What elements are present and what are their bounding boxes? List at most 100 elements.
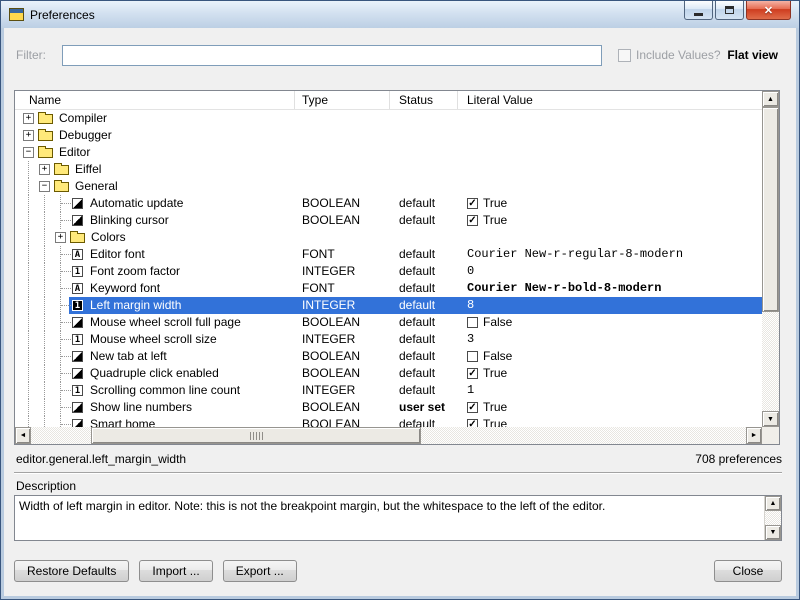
tree-row[interactable]: Blinking cursorBOOLEANdefault✓True [15, 212, 762, 229]
tree-expander[interactable]: + [39, 164, 50, 175]
up-arrow-icon: ▲ [770, 500, 777, 507]
scroll-left-button[interactable]: ◄ [15, 427, 31, 444]
column-header-status[interactable]: Status [390, 91, 458, 109]
restore-defaults-button[interactable]: Restore Defaults [14, 560, 129, 582]
horizontal-scrollbar[interactable]: ◄ ► [15, 427, 762, 444]
scroll-right-button[interactable]: ► [746, 427, 762, 444]
minimize-button[interactable] [684, 1, 713, 20]
window-controls: ✕ [684, 1, 791, 20]
value-checkbox[interactable]: ✓ [467, 419, 478, 427]
tree-row[interactable]: Show line numbersBOOLEANuser set✓True [15, 399, 762, 416]
tree-row[interactable]: New tab at leftBOOLEANdefaultFalse [15, 348, 762, 365]
tree-row[interactable]: 1Font zoom factorINTEGERdefault0 [15, 263, 762, 280]
close-button[interactable]: ✕ [746, 1, 791, 20]
value-label: Courier New-r-bold-8-modern [467, 280, 661, 297]
pref-value: ✓True [458, 195, 762, 212]
vertical-scrollbar[interactable]: ▲ ▼ [762, 91, 779, 427]
folder-icon [38, 148, 53, 158]
tree-row[interactable]: AEditor fontFONTdefaultCourier New-r-reg… [15, 246, 762, 263]
tree-row[interactable]: AKeyword fontFONTdefaultCourier New-r-bo… [15, 280, 762, 297]
value-label: True [483, 416, 507, 427]
pref-type: FONT [295, 246, 390, 263]
tree-row[interactable]: 1Mouse wheel scroll sizeINTEGERdefault3 [15, 331, 762, 348]
description-scrollbar[interactable]: ▲ ▼ [764, 496, 781, 540]
vertical-scroll-thumb[interactable] [762, 107, 779, 312]
window-title: Preferences [30, 8, 95, 22]
value-checkbox[interactable] [467, 317, 478, 328]
close-dialog-button[interactable]: Close [714, 560, 782, 582]
flat-view-button[interactable]: Flat view [727, 48, 784, 62]
folder-icon [54, 182, 69, 192]
tree-row[interactable]: +Compiler [15, 110, 762, 127]
column-header-literal-value[interactable]: Literal Value [458, 91, 762, 109]
tree-expander[interactable]: − [39, 181, 50, 192]
value-checkbox[interactable]: ✓ [467, 215, 478, 226]
font-pref-icon: A [72, 283, 83, 294]
value-checkbox[interactable] [467, 351, 478, 362]
pref-status: default [390, 382, 458, 399]
pref-value: Courier New-r-regular-8-modern [458, 246, 762, 263]
tree-row[interactable]: Mouse wheel scroll full pageBOOLEANdefau… [15, 314, 762, 331]
tree-name-cell: Automatic update [15, 195, 295, 212]
titlebar[interactable]: Preferences ✕ [1, 1, 799, 28]
value-checkbox[interactable]: ✓ [467, 368, 478, 379]
int-pref-icon: 1 [72, 300, 83, 311]
pref-type: BOOLEAN [295, 348, 390, 365]
preferences-window: Preferences ✕ Filter: Include Values? Fl… [0, 0, 800, 600]
tree-name-cell: Quadruple click enabled [15, 365, 295, 382]
include-values-checkbox[interactable] [618, 49, 631, 62]
font-pref-icon: A [72, 249, 83, 260]
scroll-down-button[interactable]: ▼ [762, 411, 779, 427]
bool-pref-icon [72, 317, 83, 328]
horizontal-scroll-thumb[interactable] [91, 427, 421, 444]
tree-row-label: Mouse wheel scroll size [90, 331, 217, 348]
filter-input[interactable] [62, 45, 602, 66]
value-checkbox[interactable]: ✓ [467, 402, 478, 413]
export-button[interactable]: Export ... [223, 560, 297, 582]
tree-row-label: Show line numbers [90, 399, 192, 416]
tree-row[interactable]: −Editor [15, 144, 762, 161]
tree-name-cell: New tab at left [15, 348, 295, 365]
description-scroll-up-button[interactable]: ▲ [765, 496, 781, 511]
value-label: 3 [467, 331, 474, 348]
tree-row-label: Editor font [90, 246, 145, 263]
column-header-name[interactable]: Name [15, 91, 295, 109]
pref-type [295, 127, 390, 144]
tree-row[interactable]: Smart homeBOOLEANdefault✓True [15, 416, 762, 427]
description-scroll-down-button[interactable]: ▼ [765, 525, 781, 540]
pref-type: FONT [295, 280, 390, 297]
down-arrow-icon: ▼ [770, 529, 777, 536]
scroll-up-button[interactable]: ▲ [762, 91, 779, 107]
tree-row[interactable]: 1Scrolling common line countINTEGERdefau… [15, 382, 762, 399]
tree-row[interactable]: +Colors [15, 229, 762, 246]
tree-row[interactable]: +Debugger [15, 127, 762, 144]
tree-row[interactable]: −General [15, 178, 762, 195]
pref-value [458, 229, 762, 246]
tree-name-cell: 1Mouse wheel scroll size [15, 331, 295, 348]
tree-expander[interactable]: + [55, 232, 66, 243]
tree-row[interactable]: 1Left margin widthINTEGERdefault8 [15, 297, 762, 314]
maximize-button[interactable] [715, 1, 744, 20]
value-label: 0 [467, 263, 474, 280]
tree-name-cell: +Compiler [15, 110, 295, 127]
value-label: Courier New-r-regular-8-modern [467, 246, 683, 263]
tree-name-cell: +Debugger [15, 127, 295, 144]
tree-expander[interactable]: − [23, 147, 34, 158]
tree-row[interactable]: Automatic updateBOOLEANdefault✓True [15, 195, 762, 212]
tree-row-label: Blinking cursor [90, 212, 169, 229]
tree-row[interactable]: + Eiffel [15, 161, 762, 178]
value-label: 1 [467, 382, 474, 399]
pref-status: default [390, 314, 458, 331]
pref-status: default [390, 195, 458, 212]
tree-row[interactable]: Quadruple click enabledBOOLEANdefault✓Tr… [15, 365, 762, 382]
tree-row-label: Quadruple click enabled [90, 365, 219, 382]
tree-name-cell: −General [15, 178, 295, 195]
tree-expander[interactable]: + [23, 130, 34, 141]
pref-type: BOOLEAN [295, 399, 390, 416]
import-button[interactable]: Import ... [139, 560, 212, 582]
column-header-type[interactable]: Type [295, 91, 390, 109]
tree-row-label: Eiffel [75, 161, 101, 178]
pref-value: ✓True [458, 365, 762, 382]
tree-expander[interactable]: + [23, 113, 34, 124]
value-checkbox[interactable]: ✓ [467, 198, 478, 209]
